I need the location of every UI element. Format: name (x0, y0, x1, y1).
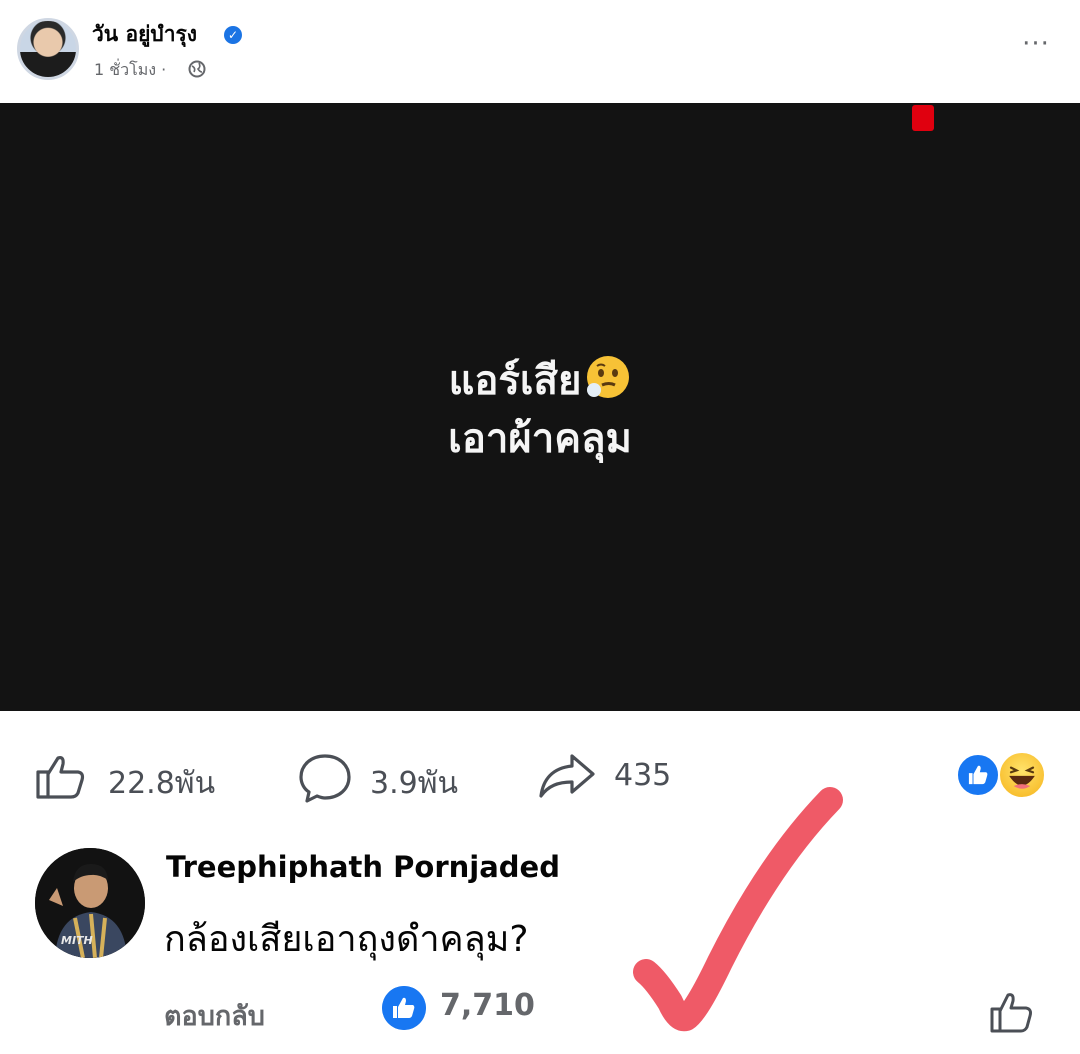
reply-button[interactable]: ตอบกลับ (164, 994, 265, 1037)
recording-indicator (912, 105, 934, 131)
thinking-face-emoji (587, 356, 630, 398)
like-reaction-icon[interactable] (956, 753, 1000, 797)
comment-text: กล้องเสียเอาถุงดำคลุม? (164, 919, 529, 960)
shirt-text: MITH (61, 934, 93, 947)
caption-text-1: แอร์เสีย (448, 358, 582, 404)
share-arrow-icon[interactable] (538, 752, 596, 800)
comment-bubble-icon[interactable] (298, 752, 352, 804)
video-caption: แอร์เสีย เอาผ้าคลุม (0, 352, 1080, 468)
haha-reaction-icon[interactable] (998, 751, 1046, 799)
caption-line-2: เอาผ้าคลุม (448, 416, 632, 462)
author-avatar[interactable] (17, 18, 79, 80)
like-count: 22.8พัน (108, 766, 216, 801)
comment-count: 3.9พัน (370, 766, 458, 801)
thumbs-up-icon[interactable] (988, 990, 1034, 1034)
like-reaction-icon (382, 986, 426, 1030)
more-options-button[interactable]: ··· (1018, 31, 1054, 64)
comment-like-count: 7,710 (440, 988, 535, 1023)
post-timestamp[interactable]: 1 ชั่วโมง · (94, 58, 166, 83)
commenter-name[interactable]: Treephiphath Pornjaded (166, 850, 560, 884)
globe-icon (188, 60, 206, 78)
author-name[interactable]: วัน อยู่บำรุง (92, 18, 197, 51)
thumbs-up-icon[interactable] (34, 752, 86, 800)
post-header (0, 0, 1080, 102)
commenter-avatar[interactable]: MITH (35, 848, 145, 958)
caption-line-1: แอร์เสีย (0, 352, 1080, 410)
commenter-photo: MITH (35, 848, 145, 958)
red-checkmark-annotation (633, 787, 843, 1032)
verified-badge-icon: ✓ (224, 26, 242, 44)
